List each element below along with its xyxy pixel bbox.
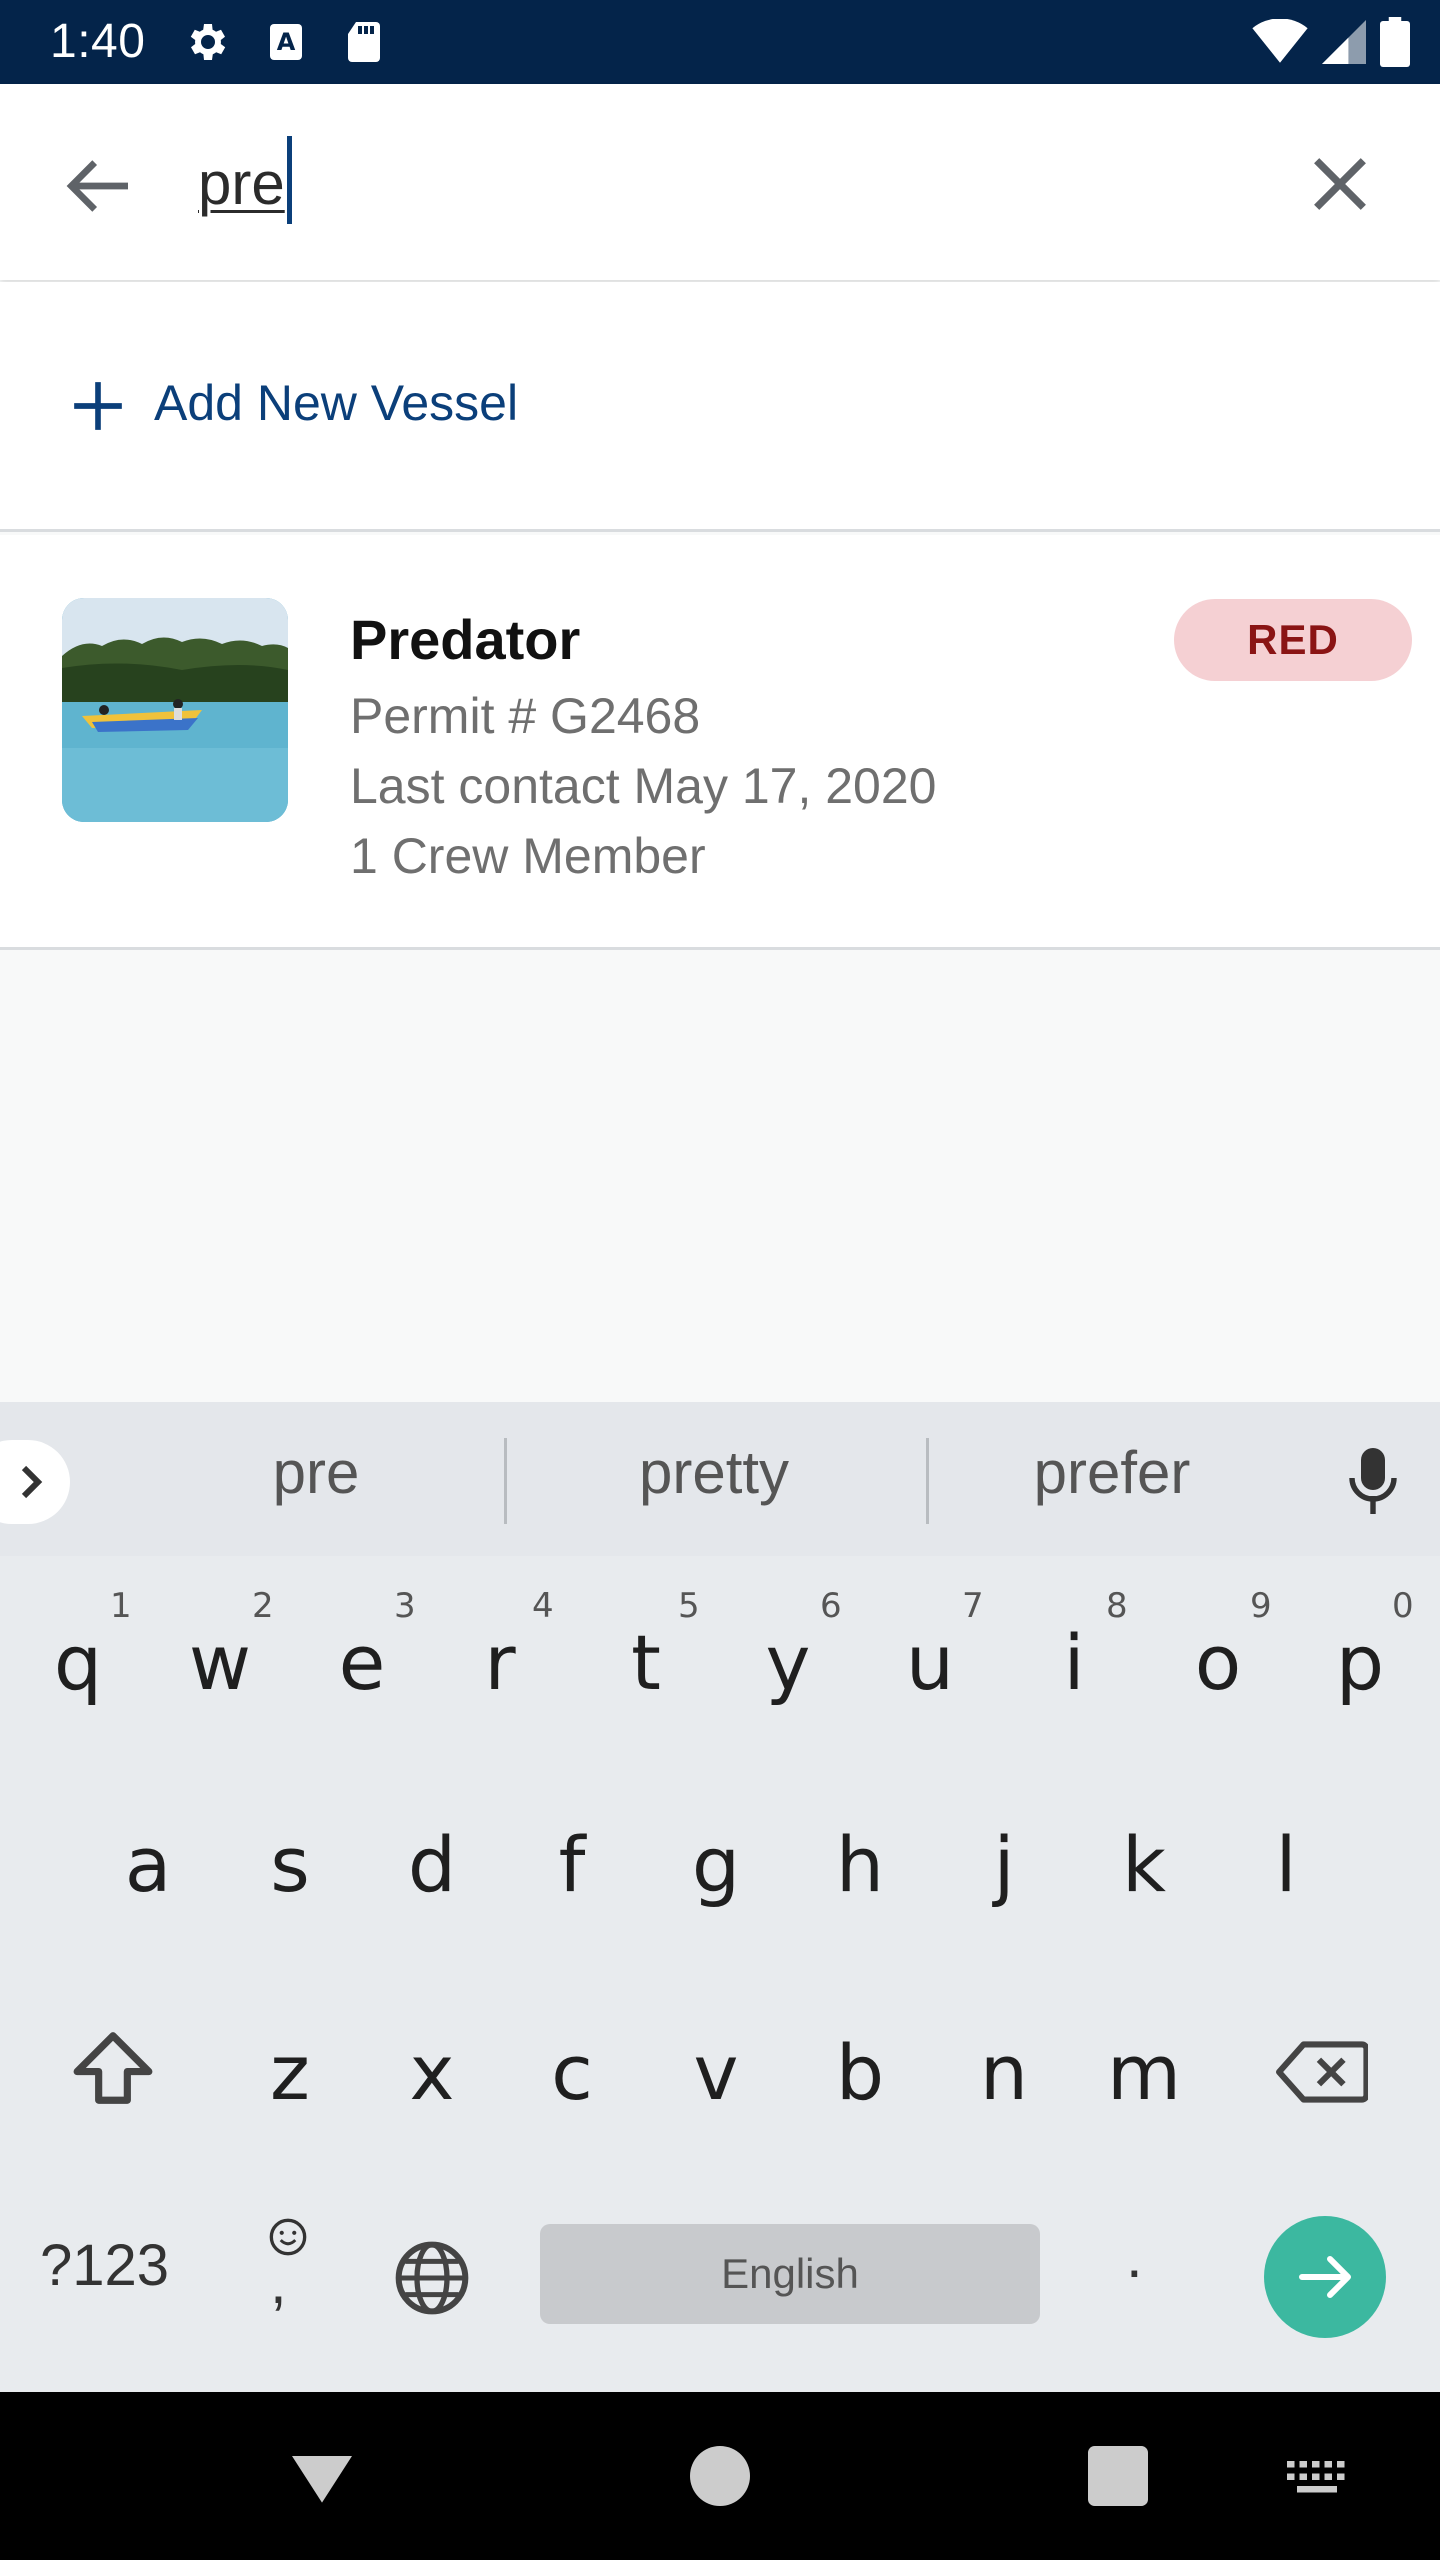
symbols-key[interactable]: ?123 (40, 2232, 169, 2299)
suggestion-1[interactable]: pre (166, 1438, 466, 1507)
suggestion-divider (926, 1438, 929, 1524)
plus-icon (74, 382, 122, 430)
key-hint-5: 5 (678, 1586, 700, 1626)
back-triangle-icon[interactable] (282, 2436, 362, 2516)
expand-toolbar-button[interactable] (0, 1440, 70, 1524)
key-hint-3: 3 (394, 1586, 416, 1626)
search-input[interactable]: pre (198, 136, 292, 224)
search-value: pre (198, 150, 285, 217)
arrow-left-icon[interactable] (58, 146, 138, 226)
key-hint-7: 7 (962, 1586, 984, 1626)
vessel-list-item[interactable]: Predator Permit # G2468 Last contact May… (0, 535, 1440, 950)
key-hint-1: 1 (110, 1586, 132, 1626)
vessel-photo (62, 598, 288, 822)
suggestion-3[interactable]: prefer (962, 1438, 1262, 1507)
microphone-icon[interactable] (1348, 1448, 1398, 1514)
recents-square-icon[interactable] (1078, 2436, 1158, 2516)
sd-card-icon (348, 22, 380, 62)
suggestion-divider (504, 1438, 507, 1524)
key-x[interactable]: x (372, 1988, 492, 2158)
key-h[interactable]: h (800, 1780, 920, 1950)
key-hint-4: 4 (532, 1586, 554, 1626)
shift-key-icon[interactable] (70, 2028, 156, 2108)
close-icon[interactable] (1300, 144, 1380, 224)
key-hint-2: 2 (252, 1586, 274, 1626)
soft-keyboard: pre pretty prefer q1w2e3r4t5y6u7i8o9p0 a… (0, 1402, 1440, 2392)
key-hint-6: 6 (820, 1586, 842, 1626)
text-caret (286, 136, 292, 224)
backspace-key-icon[interactable] (1276, 2040, 1368, 2104)
navigation-bar (0, 2392, 1440, 2560)
status-time: 1:40 (50, 15, 146, 68)
key-s[interactable]: s (230, 1780, 350, 1950)
suggestion-bar: pre pretty prefer (0, 1402, 1440, 1556)
battery-icon (1380, 17, 1410, 67)
key-l[interactable]: l (1226, 1780, 1346, 1950)
wifi-icon (1252, 19, 1308, 63)
vessel-name: Predator (350, 608, 581, 671)
space-key[interactable]: English (540, 2224, 1040, 2324)
text-a-icon: A (270, 24, 302, 60)
keyboard-switch-icon[interactable] (1282, 2436, 1352, 2516)
signal-icon (1322, 20, 1366, 64)
key-hint-9: 9 (1250, 1586, 1272, 1626)
key-n[interactable]: n (944, 1988, 1064, 2158)
enter-key[interactable] (1264, 2216, 1386, 2338)
status-badge: RED (1174, 599, 1412, 681)
key-hint-0: 0 (1392, 1586, 1414, 1626)
globe-icon[interactable] (392, 2238, 472, 2318)
key-b[interactable]: b (800, 1988, 920, 2158)
arrow-right-icon (1299, 2256, 1351, 2298)
status-bar: 1:40 A (0, 0, 1440, 84)
status-right (1252, 16, 1410, 68)
key-c[interactable]: c (512, 1988, 632, 2158)
emoji-icon (269, 2218, 307, 2256)
emoji-comma-key[interactable]: , (258, 2212, 318, 2332)
chevron-right-icon (21, 1465, 43, 1499)
vessel-permit: Permit # G2468 (350, 688, 701, 744)
key-a[interactable]: a (88, 1780, 208, 1950)
key-k[interactable]: k (1084, 1780, 1204, 1950)
key-f[interactable]: f (512, 1780, 632, 1950)
vessel-last-contact: Last contact May 17, 2020 (350, 758, 937, 814)
key-v[interactable]: v (656, 1988, 776, 2158)
gear-icon (190, 24, 226, 60)
key-g[interactable]: g (656, 1780, 776, 1950)
key-j[interactable]: j (944, 1780, 1064, 1950)
key-hint-8: 8 (1106, 1586, 1128, 1626)
period-key[interactable]: . (1126, 2222, 1143, 2291)
key-d[interactable]: d (372, 1780, 492, 1950)
key-m[interactable]: m (1084, 1988, 1204, 2158)
vessel-crew-count: 1 Crew Member (350, 828, 706, 884)
suggestion-2[interactable]: pretty (564, 1438, 864, 1507)
svg-text:A: A (277, 28, 296, 56)
add-new-vessel-label: Add New Vessel (154, 375, 519, 431)
search-header: pre (0, 84, 1440, 280)
add-new-vessel-button[interactable]: Add New Vessel (0, 282, 1440, 532)
home-circle-icon[interactable] (680, 2436, 760, 2516)
key-z[interactable]: z (230, 1988, 350, 2158)
comma-label: , (270, 2249, 287, 2316)
